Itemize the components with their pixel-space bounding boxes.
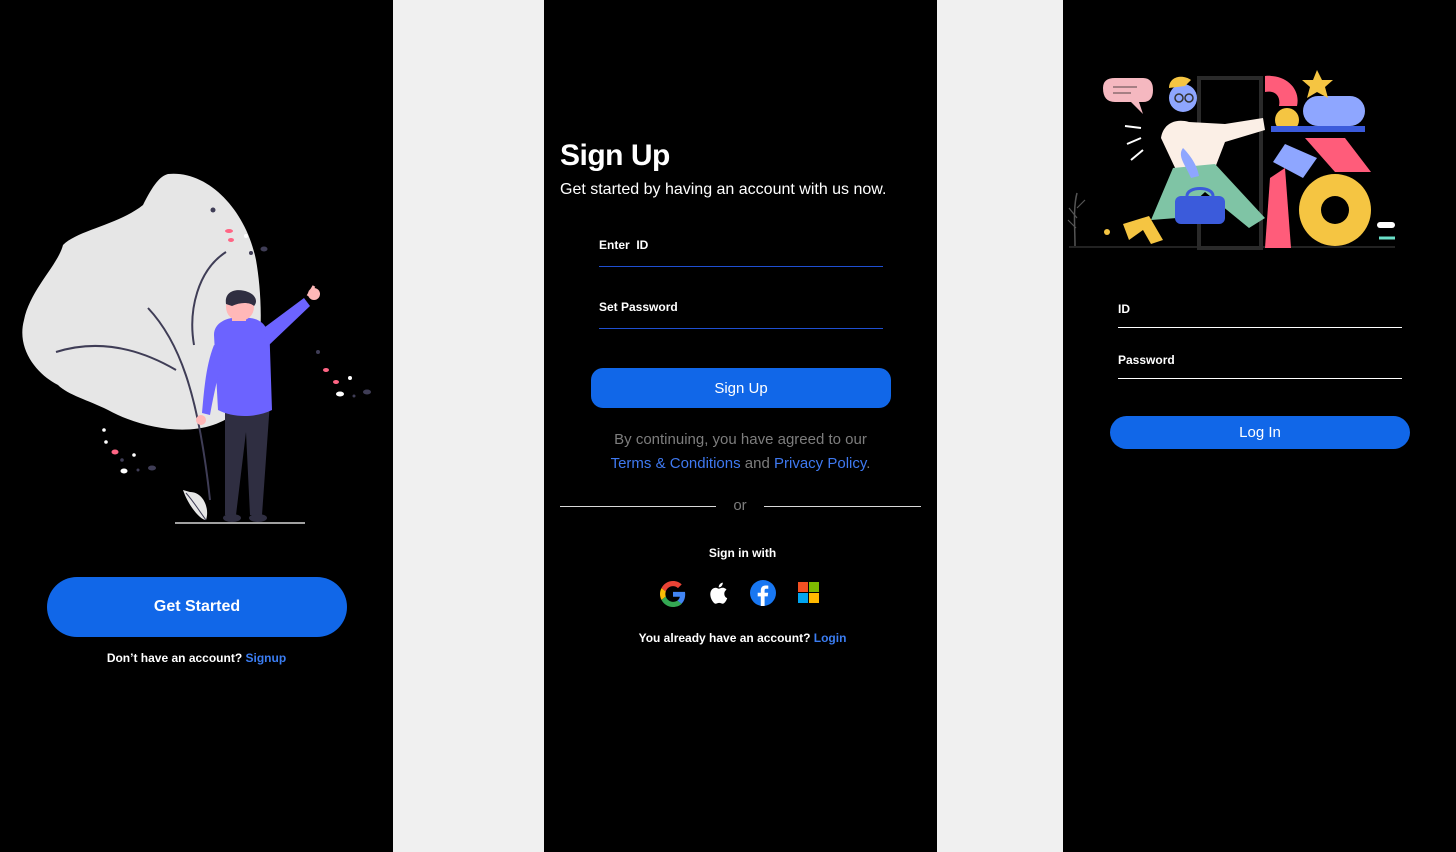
id-field-label: ID [1118, 302, 1130, 316]
page-subtitle: Get started by having an account with us… [560, 181, 887, 198]
person-with-door-illustration [1067, 70, 1395, 250]
password-field-underline [1118, 378, 1402, 379]
id-field-underline [599, 266, 883, 267]
sign-in-with-label: Sign in with [708, 546, 777, 560]
get-started-button[interactable]: Get Started [47, 577, 347, 637]
apple-icon[interactable] [708, 582, 728, 604]
privacy-link[interactable]: Privacy Policy [774, 455, 866, 472]
divider-left [560, 506, 716, 507]
password-field-underline [599, 328, 883, 329]
login-prompt-text: You already have an account? [638, 631, 811, 645]
divider-right [764, 506, 921, 507]
person-with-plant-illustration [22, 173, 371, 524]
signup-link[interactable]: Signup [246, 651, 287, 665]
login-button-label: Log In [1239, 424, 1281, 441]
google-icon[interactable] [660, 581, 686, 607]
login-prompt: You already have an account? Login [544, 631, 937, 645]
signup-prompt-text: Don’t have an account? [106, 651, 243, 665]
facebook-icon[interactable] [750, 580, 776, 606]
id-field[interactable]: ID [1118, 296, 1402, 328]
or-text: or [733, 497, 747, 514]
signup-button[interactable]: Sign Up [591, 368, 891, 408]
terms-link[interactable]: Terms & Conditions [611, 455, 741, 472]
password-field-label: Set Password [599, 300, 678, 314]
id-field-label: Enter ID [599, 238, 649, 252]
password-field-label: Password [1118, 353, 1175, 367]
login-link[interactable]: Login [814, 631, 847, 645]
microsoft-icon[interactable] [798, 582, 819, 603]
id-field-underline [1118, 327, 1402, 328]
password-field[interactable]: Set Password [599, 294, 883, 329]
id-field[interactable]: Enter ID [599, 232, 883, 267]
period-text: . [866, 455, 871, 472]
get-started-label: Get Started [153, 598, 241, 615]
signup-screen: Sign Up Get started by having an account… [544, 0, 937, 852]
login-button[interactable]: Log In [1110, 416, 1410, 449]
welcome-screen: Get Started Don’t have an account? Signu… [0, 0, 393, 852]
signup-button-label: Sign Up [714, 379, 768, 397]
agreement-line: By continuing, you have agreed to our [614, 431, 867, 448]
page-title: Sign Up [560, 139, 670, 172]
and-text: and [744, 455, 770, 472]
signup-prompt: Don’t have an account? Signup [0, 651, 393, 665]
login-screen: ID Password Log In [1063, 0, 1456, 852]
agreement-text: By continuing, you have agreed to our Te… [544, 428, 937, 476]
password-field[interactable]: Password [1118, 347, 1402, 379]
